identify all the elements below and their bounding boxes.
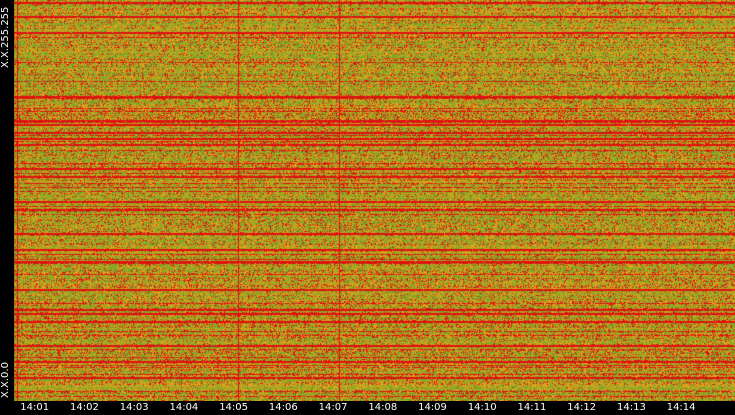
- x-tick-label-10: 14:11: [517, 402, 547, 413]
- x-tick-label-9: 14:10: [467, 402, 497, 413]
- x-tick-label-3: 14:04: [169, 402, 199, 413]
- x-tick-label-4: 14:05: [219, 402, 249, 413]
- x-tick-label-7: 14:08: [368, 402, 398, 413]
- x-tick-label-2: 14:03: [119, 402, 149, 413]
- x-tick-label-8: 14:09: [418, 402, 447, 413]
- heatmap-canvas: [0, 0, 735, 415]
- x-tick-label-0: 14:01: [20, 402, 50, 413]
- x-tick-label-5: 14:06: [268, 402, 298, 413]
- y-tick-text-bottom: X.X.0.0: [0, 362, 11, 398]
- x-tick-label-6: 14:07: [318, 402, 348, 413]
- x-tick-label-12: 14:13: [616, 402, 646, 413]
- y-tick-label-top: X.X.255.255: [0, 7, 14, 79]
- y-tick-text-top: X.X.255.255: [0, 6, 11, 68]
- x-tick-label-13: 14:14: [666, 402, 696, 413]
- x-tick-label-11: 14:12: [567, 402, 597, 413]
- y-axis: X.X.255.255 X.X.0.0: [0, 0, 14, 401]
- x-axis: 14:01 14:02 14:03 14:04 14:05 14:06 14:07 14:08…: [0, 401, 735, 415]
- x-tick-label-1: 14:02: [70, 402, 99, 413]
